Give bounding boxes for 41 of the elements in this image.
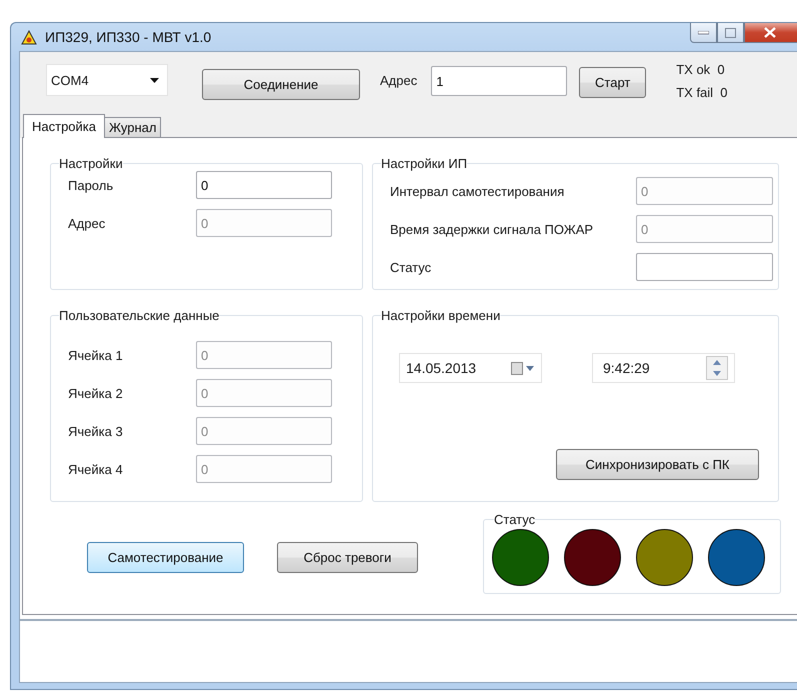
field-label: Пароль [68, 178, 114, 192]
start-button[interactable]: Старт [579, 66, 646, 98]
calendar-icon [511, 362, 535, 374]
group-title: Статус [494, 512, 536, 527]
sync-button[interactable]: Синхронизировать с ПК [556, 449, 759, 480]
maximize-icon [725, 28, 736, 38]
field-label: Ячейка 3 [68, 424, 124, 438]
warning-icon [21, 30, 37, 44]
window-title: ИП329, ИП330 - МВТ v1.0 [45, 29, 212, 45]
field-label: Время задержки сигнала ПОЖАР [390, 222, 594, 236]
field-label: Адрес [68, 216, 106, 230]
connect-button[interactable]: Соединение [202, 68, 360, 100]
port-dropdown[interactable]: COM4 [46, 64, 168, 96]
group-title: Настройки [59, 156, 123, 171]
close-icon [764, 27, 776, 38]
spin-arrows-icon [706, 356, 728, 380]
field-label: Ячейка 4 [68, 462, 124, 476]
group-title: Настройки ИП [381, 156, 468, 171]
tab[interactable]: Настройка [23, 114, 105, 138]
field-label: Интервал самотестирования [390, 184, 566, 198]
minimize-button[interactable] [690, 23, 717, 43]
group-title: Настройки времени [381, 308, 500, 323]
maximize-button[interactable] [717, 23, 744, 43]
action-button[interactable]: Самотестирование [87, 542, 244, 572]
input-field[interactable] [636, 253, 773, 281]
field-label: Ячейка 2 [68, 386, 124, 400]
date-picker[interactable]: 14.05.2013 [399, 353, 542, 383]
caret-icon [150, 78, 159, 82]
field-label: Ячейка 1 [68, 348, 124, 362]
tx-counter: TX fail 0 [676, 85, 728, 100]
address-field[interactable]: 1 [431, 66, 568, 96]
close-button[interactable] [744, 23, 797, 43]
time-spinner[interactable]: 9:42:29 [592, 353, 735, 383]
tab[interactable]: Журнал [104, 117, 162, 138]
action-button[interactable]: Сброс тревоги [277, 542, 418, 572]
minimize-icon [698, 30, 709, 34]
field-label: Статус [390, 260, 432, 274]
tx-counter: TX ok 0 [676, 62, 726, 77]
address-label: Адрес [380, 72, 418, 88]
input-field[interactable]: 0 [196, 171, 332, 199]
group-title: Пользовательские данные [59, 308, 220, 323]
